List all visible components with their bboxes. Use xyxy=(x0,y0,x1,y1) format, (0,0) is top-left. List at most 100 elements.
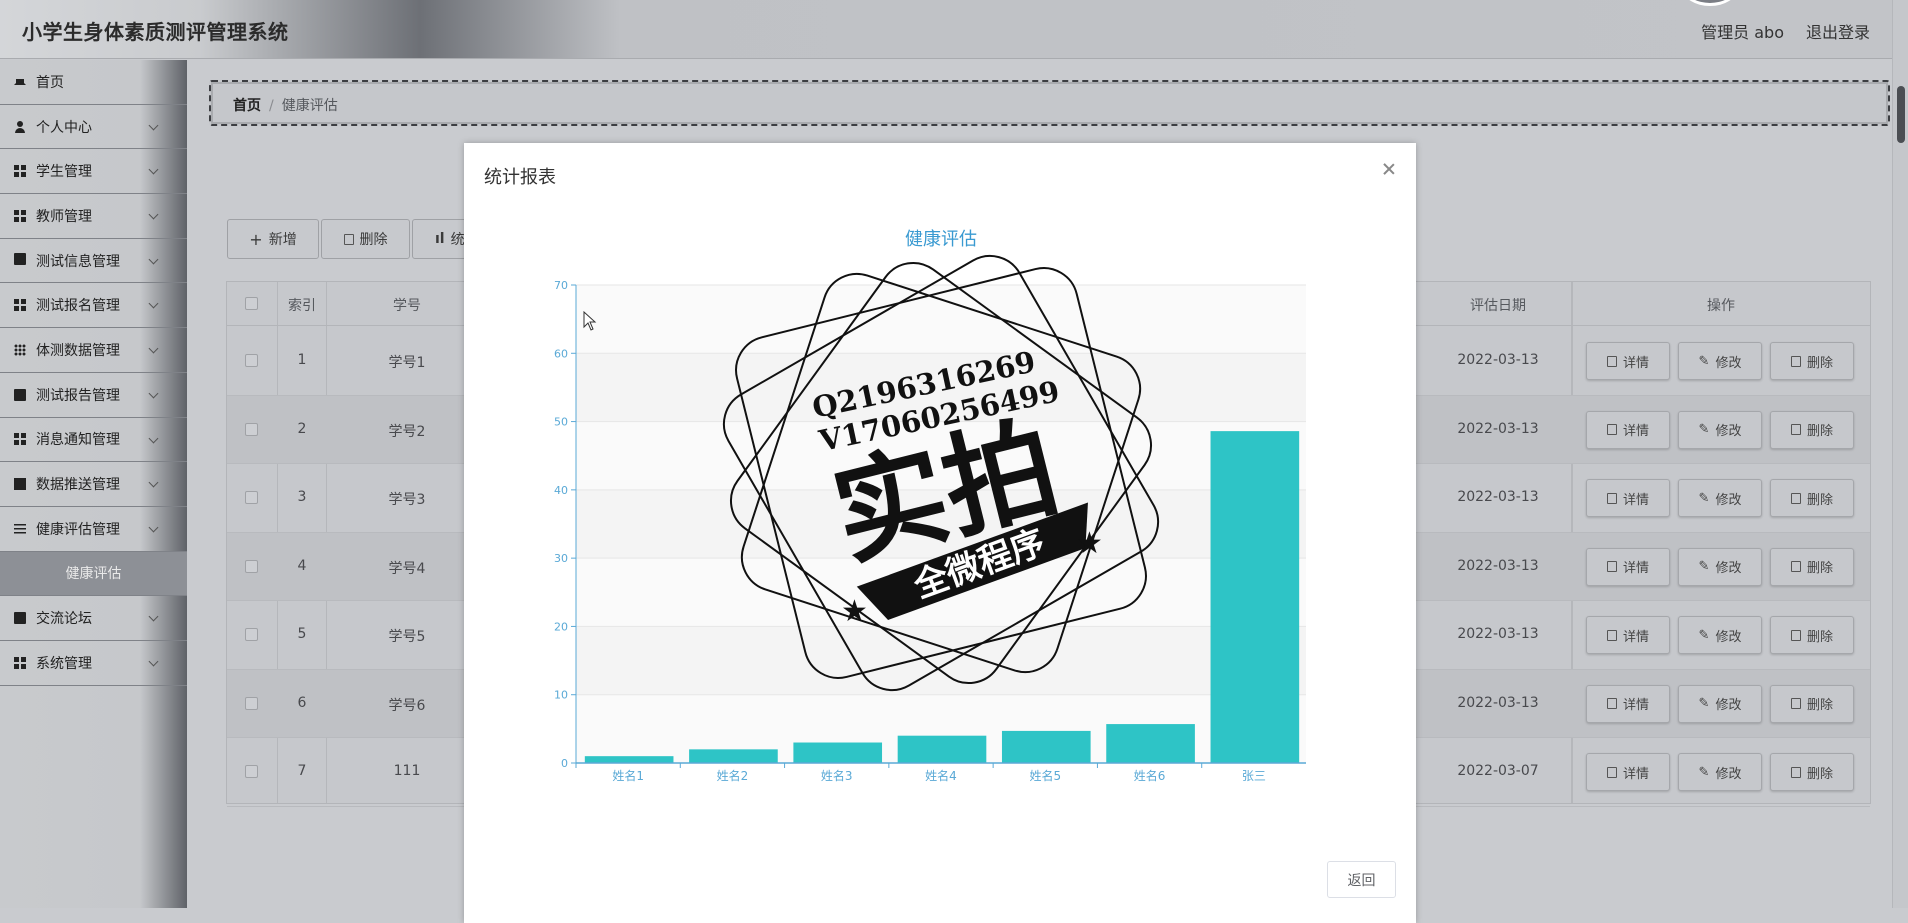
sidebar-item-students[interactable]: 学生管理 xyxy=(0,149,187,195)
back-button[interactable]: 返回 xyxy=(1327,861,1396,898)
chevron-down-icon xyxy=(148,164,159,175)
pencil-icon: ✎ xyxy=(1698,559,1710,575)
delete-button-label: 删除 xyxy=(359,232,388,248)
cell-date: 2022-03-13 xyxy=(1457,420,1539,437)
detail-button-label: 详情 xyxy=(1622,561,1649,577)
detail-button[interactable]: 详情 xyxy=(1586,753,1670,792)
edit-button[interactable]: ✎ 修改 xyxy=(1678,410,1762,449)
sidebar-item-forum[interactable]: 交流论坛 xyxy=(0,596,187,641)
header-actions: 操作 xyxy=(1707,298,1735,314)
app-title: 小学生身体素质测评管理系统 xyxy=(22,20,289,44)
edit-button[interactable]: ✎ 修改 xyxy=(1678,342,1762,381)
sidebar-item-test-signup[interactable]: 测试报名管理 xyxy=(0,283,187,329)
row-checkbox[interactable] xyxy=(245,628,258,642)
logout-link[interactable]: 退出登录 xyxy=(1806,19,1870,43)
row-checkbox[interactable] xyxy=(245,422,258,436)
row-checkbox[interactable] xyxy=(245,696,258,710)
trash-icon xyxy=(1790,492,1801,504)
delete-row-button-label: 删除 xyxy=(1806,766,1833,782)
delete-row-button-label: 删除 xyxy=(1806,355,1833,371)
detail-button[interactable]: 详情 xyxy=(1586,479,1670,518)
stats-button[interactable]: ıl 统 xyxy=(412,219,472,259)
bar-姓名1 xyxy=(584,756,674,763)
row-checkbox[interactable] xyxy=(245,491,258,505)
sidebar-item-system[interactable]: 系统管理 xyxy=(0,641,187,686)
edit-button[interactable]: ✎ 修改 xyxy=(1678,479,1762,518)
delete-row-button[interactable]: 删除 xyxy=(1770,342,1854,381)
sidebar-item-profile[interactable]: 个人中心 xyxy=(0,105,187,150)
y-tick-label: 20 xyxy=(554,620,568,633)
mouse-cursor-icon xyxy=(583,311,597,331)
page-scrollbar[interactable] xyxy=(1892,0,1908,908)
select-all-checkbox[interactable] xyxy=(245,297,258,310)
edit-button[interactable]: ✎ 修改 xyxy=(1678,547,1762,586)
edit-button[interactable]: ✎ 修改 xyxy=(1678,616,1762,655)
cell-index: 1 xyxy=(297,352,307,369)
trash-icon xyxy=(1790,355,1801,367)
edit-button[interactable]: ✎ 修改 xyxy=(1678,684,1762,723)
star-icon: ★ xyxy=(1076,526,1103,561)
cell-student-no: 学号3 xyxy=(388,492,426,509)
cell-student-no: 学号2 xyxy=(388,423,426,440)
sidebar-item-label: 测试报告管理 xyxy=(36,387,120,404)
sidebar-item-label: 测试信息管理 xyxy=(36,253,120,270)
scrollbar-thumb[interactable] xyxy=(1897,86,1905,143)
x-tick-label: 姓名2 xyxy=(717,768,749,783)
grid-icon xyxy=(14,299,26,312)
cell-date: 2022-03-07 xyxy=(1457,763,1539,780)
chevron-down-icon xyxy=(148,343,159,354)
cell-student-no: 学号5 xyxy=(388,629,426,646)
delete-row-button[interactable]: 删除 xyxy=(1770,479,1854,518)
delete-row-button[interactable]: 删除 xyxy=(1770,753,1854,792)
sidebar-item-teachers[interactable]: 教师管理 xyxy=(0,194,187,239)
detail-button[interactable]: 详情 xyxy=(1586,342,1670,381)
cell-index: 6 xyxy=(297,694,307,711)
cell-date: 2022-03-13 xyxy=(1457,626,1539,643)
document-icon xyxy=(1606,355,1617,367)
delete-row-button[interactable]: 删除 xyxy=(1770,547,1854,586)
add-button[interactable]: + 新增 xyxy=(227,219,319,259)
stats-button-label: 统 xyxy=(450,232,465,248)
add-button-label: 新增 xyxy=(268,232,297,248)
sidebar-item-home[interactable]: 首页 xyxy=(0,60,187,105)
chevron-down-icon xyxy=(148,522,159,533)
breadcrumb-home[interactable]: 首页 xyxy=(233,98,261,114)
row-checkbox[interactable] xyxy=(245,765,258,779)
sidebar-subitem-health-eval[interactable]: 健康评估 xyxy=(0,551,187,597)
bar-姓名3 xyxy=(793,742,883,763)
home-icon xyxy=(14,73,26,85)
cell-date: 2022-03-13 xyxy=(1457,557,1539,574)
delete-row-button[interactable]: 删除 xyxy=(1770,410,1854,449)
delete-button[interactable]: 删除 xyxy=(321,219,410,259)
cell-index: 3 xyxy=(297,489,307,506)
row-checkbox[interactable] xyxy=(245,354,258,368)
edit-button[interactable]: ✎ 修改 xyxy=(1678,753,1762,792)
x-tick-label: 姓名6 xyxy=(1134,768,1166,783)
detail-button[interactable]: 详情 xyxy=(1586,684,1670,723)
sidebar-item-fitness-data[interactable]: 体测数据管理 xyxy=(0,328,187,373)
chevron-down-icon xyxy=(148,298,159,309)
delete-row-button-label: 删除 xyxy=(1806,629,1833,645)
sidebar-item-test-report[interactable]: 测试报告管理 xyxy=(0,373,187,418)
sidebar-item-data-push[interactable]: 数据推送管理 xyxy=(0,462,187,507)
delete-row-button[interactable]: 删除 xyxy=(1770,616,1854,655)
bar-姓名6 xyxy=(1106,724,1195,763)
avatar[interactable] xyxy=(1683,0,1737,6)
sidebar-item-label: 系统管理 xyxy=(36,655,92,672)
detail-button[interactable]: 详情 xyxy=(1586,547,1670,586)
row-checkbox[interactable] xyxy=(245,559,258,573)
y-tick-label: 50 xyxy=(554,416,568,429)
cell-date: 2022-03-13 xyxy=(1457,352,1539,369)
sidebar-item-notifications[interactable]: 消息通知管理 xyxy=(0,418,187,463)
detail-button[interactable]: 详情 xyxy=(1586,410,1670,449)
detail-button-label: 详情 xyxy=(1622,424,1649,440)
document-icon xyxy=(1606,424,1617,436)
sidebar-item-label: 首页 xyxy=(36,74,64,91)
detail-button[interactable]: 详情 xyxy=(1586,616,1670,655)
sidebar-item-health-eval[interactable]: 健康评估管理 xyxy=(0,507,187,552)
delete-row-button[interactable]: 删除 xyxy=(1770,684,1854,723)
sidebar-item-test-info[interactable]: 测试信息管理 xyxy=(0,239,187,284)
detail-button-label: 详情 xyxy=(1622,355,1649,371)
breadcrumb: 首页 / 健康评估 xyxy=(209,80,1890,126)
y-tick-label: 30 xyxy=(554,552,568,565)
